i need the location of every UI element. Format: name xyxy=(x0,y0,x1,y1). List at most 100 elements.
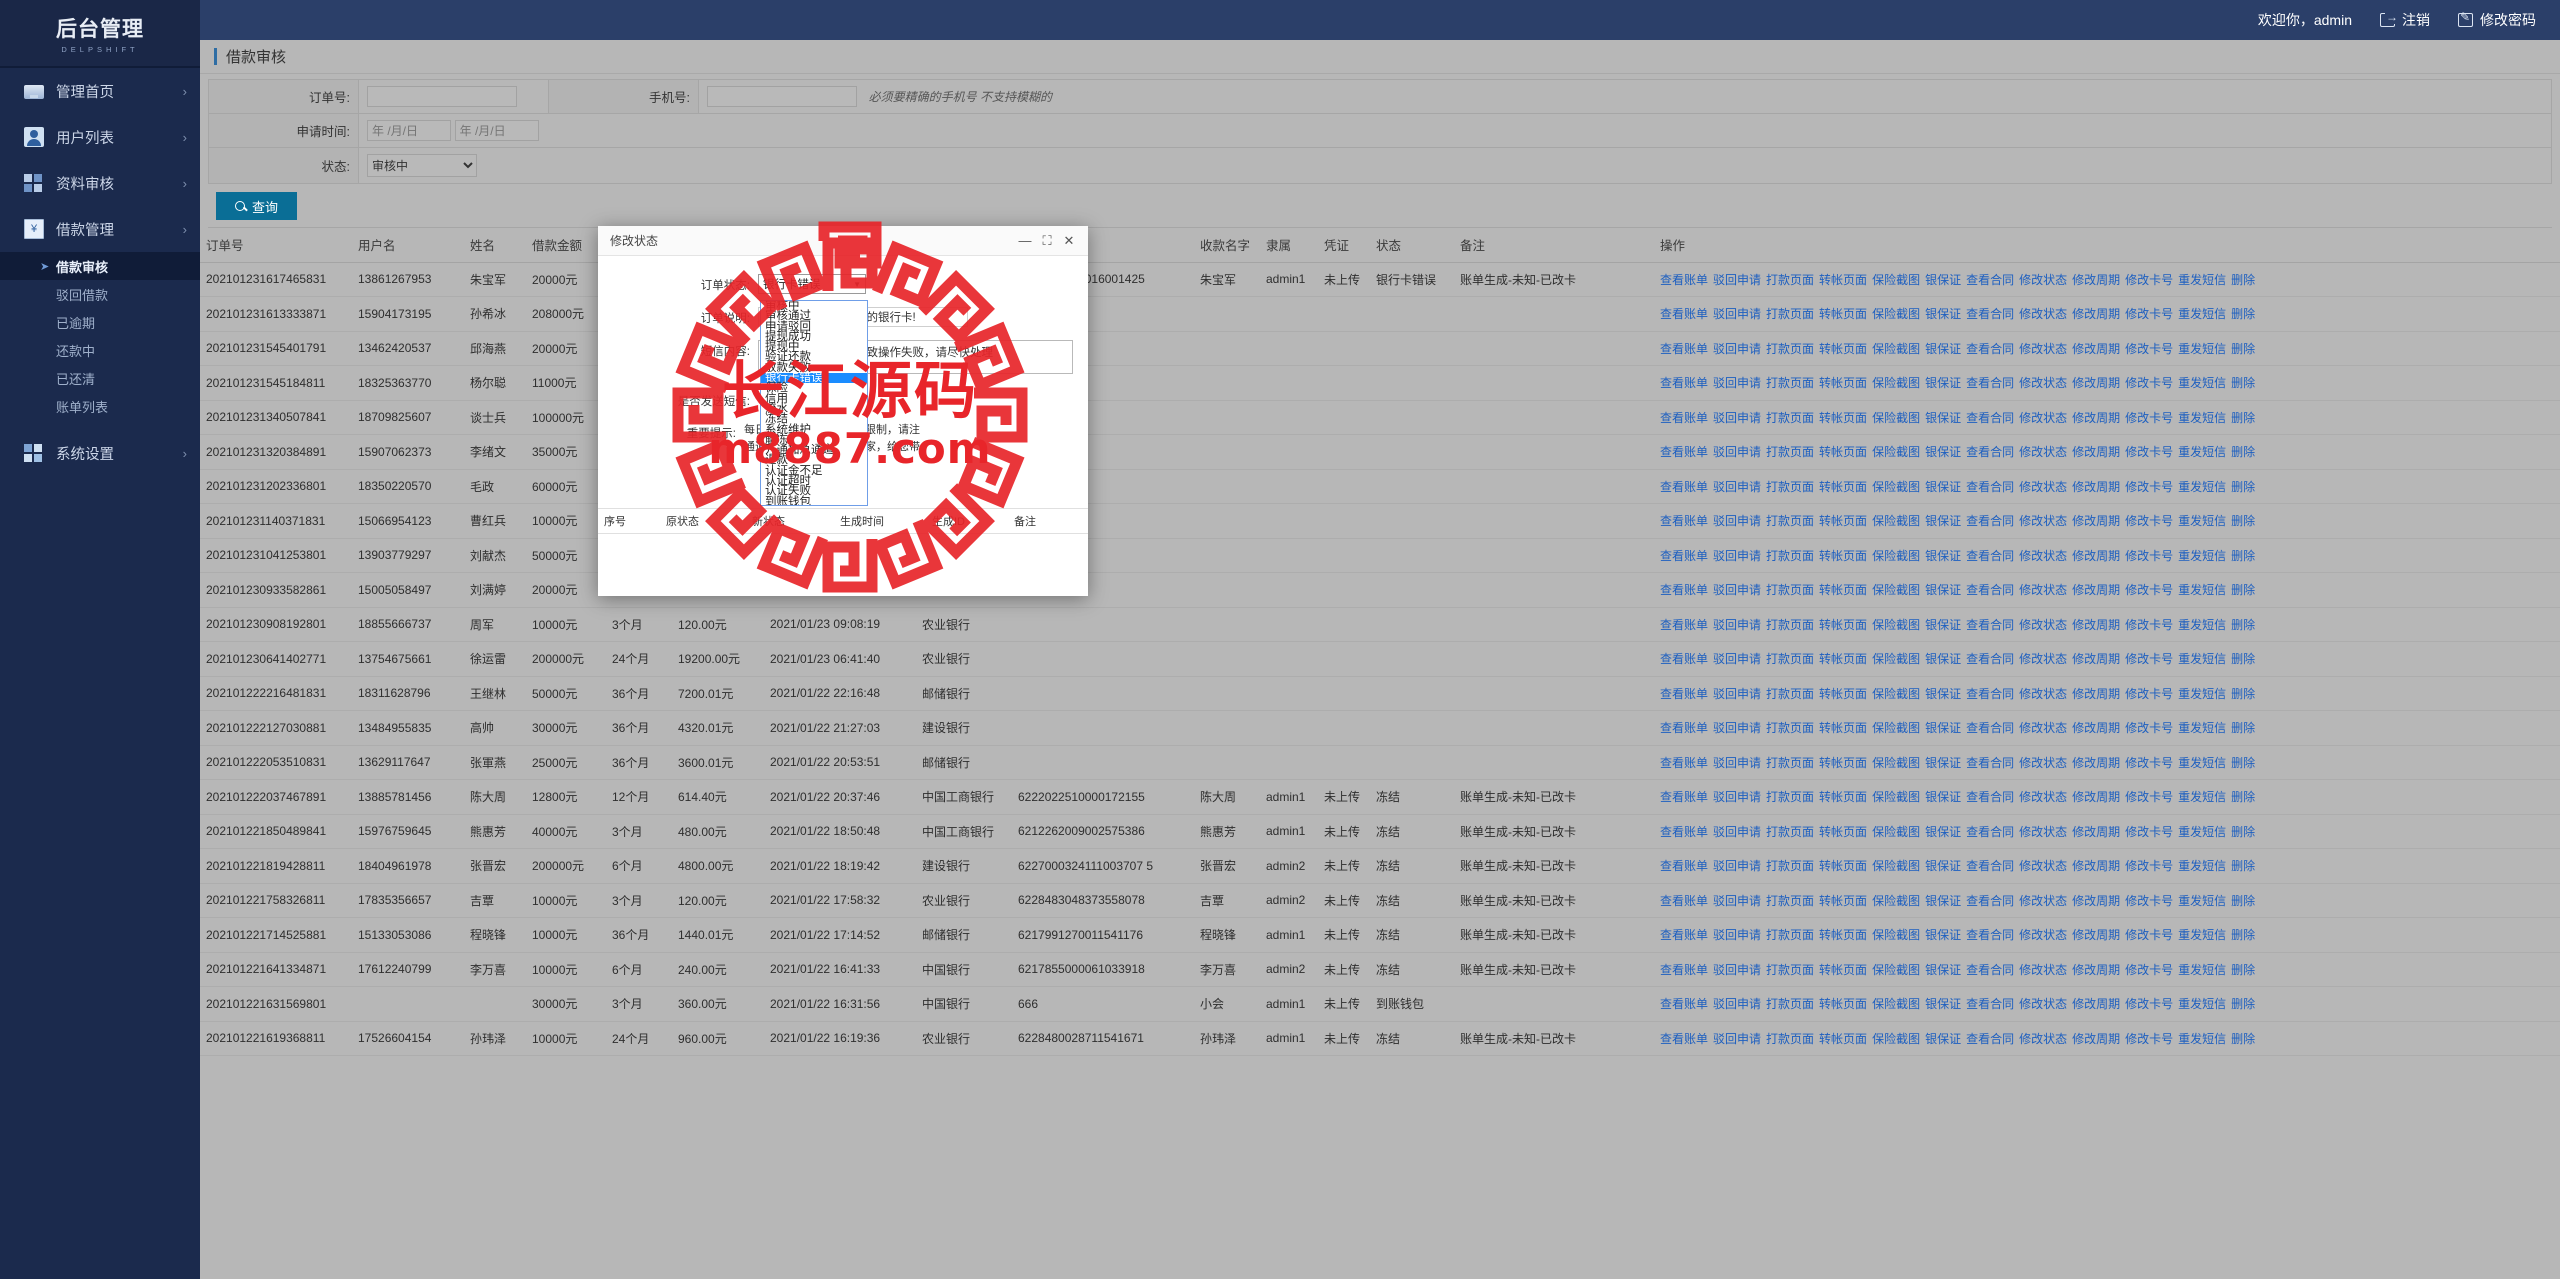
op-link[interactable]: 修改周期 xyxy=(2072,721,2120,735)
op-link[interactable]: 删除 xyxy=(2231,480,2255,494)
op-link[interactable]: 修改周期 xyxy=(2072,307,2120,321)
op-link[interactable]: 修改卡号 xyxy=(2125,756,2173,770)
op-link[interactable]: 转帐页面 xyxy=(1819,687,1867,701)
op-link[interactable]: 查看合同 xyxy=(1966,790,2014,804)
op-link[interactable]: 修改状态 xyxy=(2019,273,2067,287)
table-row[interactable]: 202101230908192801 18855666737 周军 10000元 3个月… xyxy=(200,607,2560,642)
op-link[interactable]: 修改卡号 xyxy=(2125,997,2173,1011)
op-link[interactable]: 重发短信 xyxy=(2178,928,2226,942)
op-link[interactable]: 修改状态 xyxy=(2019,342,2067,356)
op-link[interactable]: 修改周期 xyxy=(2072,756,2120,770)
order-status-select[interactable]: 银行卡错误 ▼ xyxy=(758,274,866,294)
op-link[interactable]: 查看账单 xyxy=(1660,307,1708,321)
op-link[interactable]: 修改状态 xyxy=(2019,859,2067,873)
op-link[interactable]: 修改状态 xyxy=(2019,549,2067,563)
op-link[interactable]: 删除 xyxy=(2231,859,2255,873)
sidebar-item-material-review[interactable]: 资料审核 › xyxy=(0,160,200,206)
op-link[interactable]: 保险截图 xyxy=(1872,514,1920,528)
op-link[interactable]: 查看合同 xyxy=(1966,687,2014,701)
op-link[interactable]: 转帐页面 xyxy=(1819,376,1867,390)
op-link[interactable]: 转帐页面 xyxy=(1819,1032,1867,1046)
op-link[interactable]: 打款页面 xyxy=(1766,1032,1814,1046)
op-link[interactable]: 查看合同 xyxy=(1966,859,2014,873)
op-link[interactable]: 转帐页面 xyxy=(1819,480,1867,494)
op-link[interactable]: 打款页面 xyxy=(1766,549,1814,563)
op-link[interactable]: 查看账单 xyxy=(1660,445,1708,459)
op-link[interactable]: 转帐页面 xyxy=(1819,273,1867,287)
op-link[interactable]: 修改卡号 xyxy=(2125,342,2173,356)
table-row[interactable]: 20210123161746583113861267953朱宝军20000元12… xyxy=(200,262,2560,297)
op-link[interactable]: 重发短信 xyxy=(2178,756,2226,770)
op-link[interactable]: 修改卡号 xyxy=(2125,825,2173,839)
close-icon[interactable]: ✕ xyxy=(1058,233,1080,249)
op-link[interactable]: 打款页面 xyxy=(1766,273,1814,287)
op-link[interactable]: 打款页面 xyxy=(1766,445,1814,459)
op-link[interactable]: 修改状态 xyxy=(2019,411,2067,425)
op-link[interactable]: 重发短信 xyxy=(2178,342,2226,356)
op-link[interactable]: 删除 xyxy=(2231,687,2255,701)
op-link[interactable]: 银保证 xyxy=(1925,928,1961,942)
op-link[interactable]: 修改状态 xyxy=(2019,376,2067,390)
op-link[interactable]: 查看合同 xyxy=(1966,411,2014,425)
op-link[interactable]: 删除 xyxy=(2231,376,2255,390)
op-link[interactable]: 银保证 xyxy=(1925,1032,1961,1046)
op-link[interactable]: 查看账单 xyxy=(1660,480,1708,494)
op-link[interactable]: 修改周期 xyxy=(2072,997,2120,1011)
op-link[interactable]: 查看账单 xyxy=(1660,721,1708,735)
op-link[interactable]: 打款页面 xyxy=(1766,652,1814,666)
op-link[interactable]: 银保证 xyxy=(1925,480,1961,494)
table-row[interactable]: 202101222053510831 13629117647 张軍燕 25000元 36… xyxy=(200,745,2560,780)
table-row[interactable]: 202101221641334871 17612240799 李万喜 10000元 6个… xyxy=(200,952,2560,987)
cell-voucher[interactable]: 未上传 xyxy=(1318,952,1370,987)
table-row[interactable]: 20210123134050784118709825607谈士兵100000元3… xyxy=(200,400,2560,435)
op-link[interactable]: 银保证 xyxy=(1925,376,1961,390)
table-row[interactable]: 20210123120233680118350220570毛政60000元24个… xyxy=(200,469,2560,504)
op-link[interactable]: 修改周期 xyxy=(2072,618,2120,632)
cell-voucher[interactable]: 未上传 xyxy=(1318,917,1370,953)
op-link[interactable]: 驳回申请 xyxy=(1713,514,1761,528)
op-link[interactable]: 修改周期 xyxy=(2072,859,2120,873)
op-link[interactable]: 银保证 xyxy=(1925,652,1961,666)
op-link[interactable]: 修改卡号 xyxy=(2125,618,2173,632)
sidebar-item-loan-management[interactable]: 借款管理 › xyxy=(0,206,200,252)
op-link[interactable]: 转帐页面 xyxy=(1819,859,1867,873)
table-row[interactable]: 202101221631569801 30000元 3个月 360.00元 2021/0… xyxy=(200,986,2560,1022)
table-row[interactable]: 202101221619368811 17526604154 孙玮泽 10000元 24… xyxy=(200,1021,2560,1056)
op-link[interactable]: 修改卡号 xyxy=(2125,307,2173,321)
op-link[interactable]: 保险截图 xyxy=(1872,376,1920,390)
op-link[interactable]: 驳回申请 xyxy=(1713,445,1761,459)
op-link[interactable]: 转帐页面 xyxy=(1819,756,1867,770)
op-link[interactable]: 保险截图 xyxy=(1872,273,1920,287)
op-link[interactable]: 保险截图 xyxy=(1872,721,1920,735)
op-link[interactable]: 保险截图 xyxy=(1872,825,1920,839)
op-link[interactable]: 删除 xyxy=(2231,963,2255,977)
op-link[interactable]: 修改卡号 xyxy=(2125,721,2173,735)
op-link[interactable]: 查看账单 xyxy=(1660,687,1708,701)
op-link[interactable]: 驳回申请 xyxy=(1713,342,1761,356)
table-row[interactable]: 20210123114037183115066954123曹红兵10000元3个… xyxy=(200,503,2560,539)
op-link[interactable]: 驳回申请 xyxy=(1713,894,1761,908)
table-row[interactable]: 202101222216481831 18311628796 王继林 50000元 36… xyxy=(200,676,2560,711)
op-link[interactable]: 删除 xyxy=(2231,411,2255,425)
op-link[interactable]: 驳回申请 xyxy=(1713,307,1761,321)
op-link[interactable]: 银保证 xyxy=(1925,583,1961,597)
op-link[interactable]: 重发短信 xyxy=(2178,859,2226,873)
op-link[interactable]: 驳回申请 xyxy=(1713,997,1761,1011)
op-link[interactable]: 删除 xyxy=(2231,790,2255,804)
op-link[interactable]: 查看账单 xyxy=(1660,514,1708,528)
op-link[interactable]: 查看账单 xyxy=(1660,652,1708,666)
op-link[interactable]: 查看账单 xyxy=(1660,376,1708,390)
op-link[interactable]: 删除 xyxy=(2231,997,2255,1011)
brand-logo[interactable]: 后台管理 DELPSHIFT xyxy=(0,0,200,68)
op-link[interactable]: 银保证 xyxy=(1925,859,1961,873)
op-link[interactable]: 查看合同 xyxy=(1966,273,2014,287)
sidebar-item-user-list[interactable]: 用户列表 › xyxy=(0,114,200,160)
op-link[interactable]: 修改卡号 xyxy=(2125,894,2173,908)
op-link[interactable]: 打款页面 xyxy=(1766,687,1814,701)
op-link[interactable]: 修改卡号 xyxy=(2125,480,2173,494)
maximize-icon[interactable]: ⛶ xyxy=(1036,233,1058,249)
table-row[interactable]: 20210123104125380113903779297刘献杰50000元24… xyxy=(200,538,2560,573)
op-link[interactable]: 查看合同 xyxy=(1966,583,2014,597)
op-link[interactable]: 打款页面 xyxy=(1766,928,1814,942)
op-link[interactable]: 修改状态 xyxy=(2019,445,2067,459)
